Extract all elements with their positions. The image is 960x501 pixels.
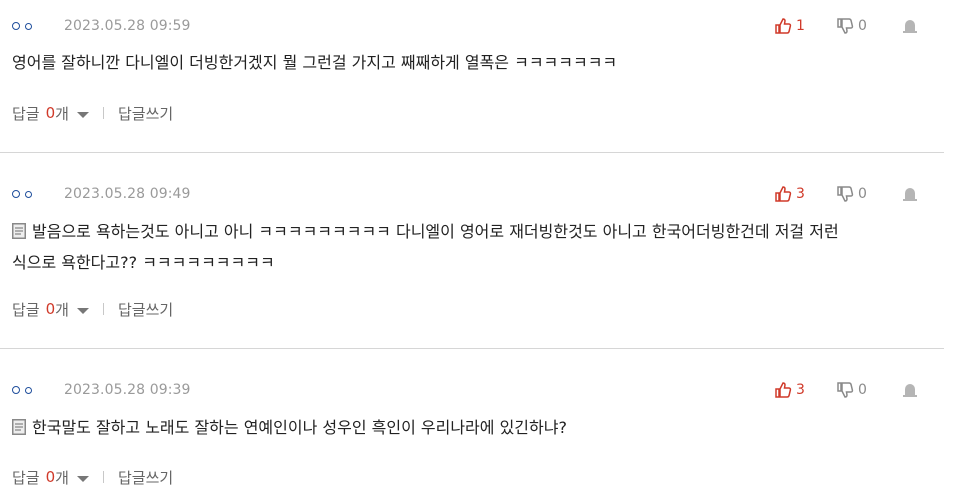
comment-item: 2023.05.28 09:59 1 0 영어를 잘하니깐 다니엘이 더빙한거겠… xyxy=(0,0,944,152)
thumbs-up-icon xyxy=(775,382,792,398)
document-icon xyxy=(12,223,26,239)
reply-label: 답글 xyxy=(12,468,40,487)
comment-text: 한국말도 잘하고 노래도 잘하는 연예인이나 성우인 흑인이 우리나라에 있긴하… xyxy=(32,418,567,437)
reply-label: 답글 xyxy=(12,104,40,123)
chevron-down-icon xyxy=(76,111,89,118)
reply-label: 답글 xyxy=(12,300,40,319)
reply-bar: 답글 0 개 답글쓰기 xyxy=(12,299,173,319)
write-reply-button[interactable]: 답글쓰기 xyxy=(118,299,173,320)
comment-body: 영어를 잘하니깐 다니엘이 더빙한거겠지 뭘 그런걸 가지고 째째하게 열폭은 … xyxy=(12,47,924,78)
divider xyxy=(102,471,104,483)
chevron-down-icon xyxy=(76,475,89,482)
reply-bar: 답글 0 개 답글쓰기 xyxy=(12,103,173,123)
thumbs-down-icon xyxy=(837,186,854,202)
write-reply-button[interactable]: 답글쓰기 xyxy=(118,103,173,124)
comment-date: 2023.05.28 09:39 xyxy=(64,382,191,398)
like-button[interactable]: 1 xyxy=(774,17,836,35)
comment-body: 한국말도 잘하고 노래도 잘하는 연예인이나 성우인 흑인이 우리나라에 있긴하… xyxy=(12,412,924,443)
dislike-count: 0 xyxy=(858,382,867,398)
document-icon xyxy=(12,419,26,435)
comment-text-line: 영어를 잘하니깐 다니엘이 더빙한거겠지 뭘 그런걸 가지고 째째하게 열폭은 … xyxy=(12,53,618,72)
dislike-button[interactable]: 0 xyxy=(836,17,902,35)
reply-unit: 개 xyxy=(55,468,69,487)
reply-count-toggle[interactable]: 답글 0 개 xyxy=(12,299,89,320)
like-count: 3 xyxy=(796,186,805,202)
reply-count-toggle[interactable]: 답글 0 개 xyxy=(12,103,89,124)
write-reply-button[interactable]: 답글쓰기 xyxy=(118,467,173,488)
like-button[interactable]: 3 xyxy=(774,185,836,203)
reply-unit: 개 xyxy=(55,300,69,319)
comment-date: 2023.05.28 09:59 xyxy=(64,18,191,34)
thumbs-up-icon xyxy=(775,186,792,202)
chevron-down-icon xyxy=(76,307,89,314)
vote-group: 1 0 xyxy=(774,16,918,36)
reply-count-toggle[interactable]: 답글 0 개 xyxy=(12,467,89,488)
comment-text-line: 한국말도 잘하고 노래도 잘하는 연예인이나 성우인 흑인이 우리나라에 있긴하… xyxy=(12,412,924,443)
divider xyxy=(102,107,104,119)
author-avatar[interactable] xyxy=(12,190,64,198)
dislike-count: 0 xyxy=(858,186,867,202)
comment-item: 2023.05.28 09:49 3 0 발음으로 욕하는것도 아니고 아니 ㅋ… xyxy=(0,153,944,348)
dislike-button[interactable]: 0 xyxy=(836,185,902,203)
comment-text: 발음으로 욕하는것도 아니고 아니 ㅋㅋㅋㅋㅋㅋㅋㅋㅋ 다니엘이 영어로 재더빙… xyxy=(32,222,839,241)
like-count: 1 xyxy=(796,18,805,34)
like-button[interactable]: 3 xyxy=(774,381,836,399)
thumbs-up-icon xyxy=(775,18,792,34)
like-count: 3 xyxy=(796,382,805,398)
thumbs-down-icon xyxy=(837,382,854,398)
report-icon[interactable] xyxy=(902,382,918,398)
author-avatar[interactable] xyxy=(12,386,64,394)
comment-text-line: 식으로 욕한다고?? ㅋㅋㅋㅋㅋㅋㅋㅋㅋ xyxy=(12,253,275,272)
reply-count: 0 xyxy=(45,468,56,486)
report-icon[interactable] xyxy=(902,18,918,34)
vote-group: 3 0 xyxy=(774,380,918,400)
dislike-button[interactable]: 0 xyxy=(836,381,902,399)
reply-count: 0 xyxy=(45,300,56,318)
reply-unit: 개 xyxy=(55,104,69,123)
comment-date: 2023.05.28 09:49 xyxy=(64,186,191,202)
author-avatar[interactable] xyxy=(12,22,64,30)
reply-bar: 답글 0 개 답글쓰기 xyxy=(12,467,173,487)
comment-text-line: 발음으로 욕하는것도 아니고 아니 ㅋㅋㅋㅋㅋㅋㅋㅋㅋ 다니엘이 영어로 재더빙… xyxy=(12,216,924,247)
reply-count: 0 xyxy=(45,104,56,122)
thumbs-down-icon xyxy=(837,18,854,34)
comment-meta: 2023.05.28 09:59 xyxy=(12,16,191,36)
comment-body: 발음으로 욕하는것도 아니고 아니 ㅋㅋㅋㅋㅋㅋㅋㅋㅋ 다니엘이 영어로 재더빙… xyxy=(12,216,924,278)
comment-item: 2023.05.28 09:39 3 0 한국말도 잘하고 노래도 잘하는 연예… xyxy=(0,349,944,501)
comment-meta: 2023.05.28 09:49 xyxy=(12,184,191,204)
dislike-count: 0 xyxy=(858,18,867,34)
vote-group: 3 0 xyxy=(774,184,918,204)
comment-meta: 2023.05.28 09:39 xyxy=(12,380,191,400)
divider xyxy=(102,303,104,315)
report-icon[interactable] xyxy=(902,186,918,202)
